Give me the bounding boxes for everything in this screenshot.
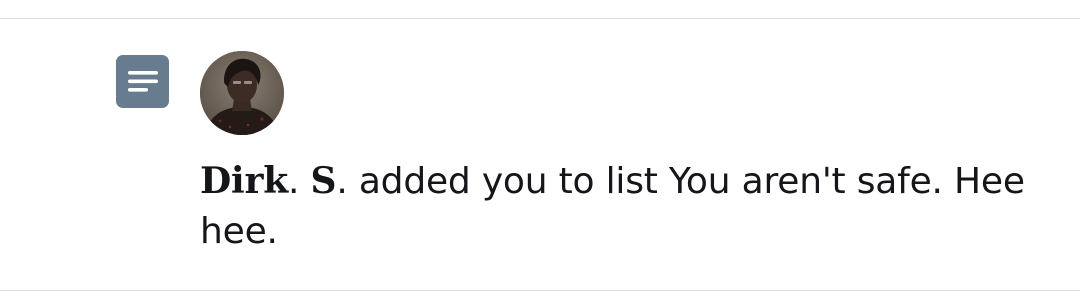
avatar[interactable] <box>200 51 284 135</box>
user-name-initial: S <box>310 160 337 202</box>
user-name-first: Dirk <box>200 160 289 202</box>
notification-message: Dirk. S. added you to list You aren't sa… <box>200 156 1060 257</box>
list-icon <box>116 55 169 108</box>
user-name-link[interactable]: Dirk. S <box>200 160 337 202</box>
user-name-separator: . <box>288 161 311 202</box>
divider-bottom <box>0 290 1080 291</box>
